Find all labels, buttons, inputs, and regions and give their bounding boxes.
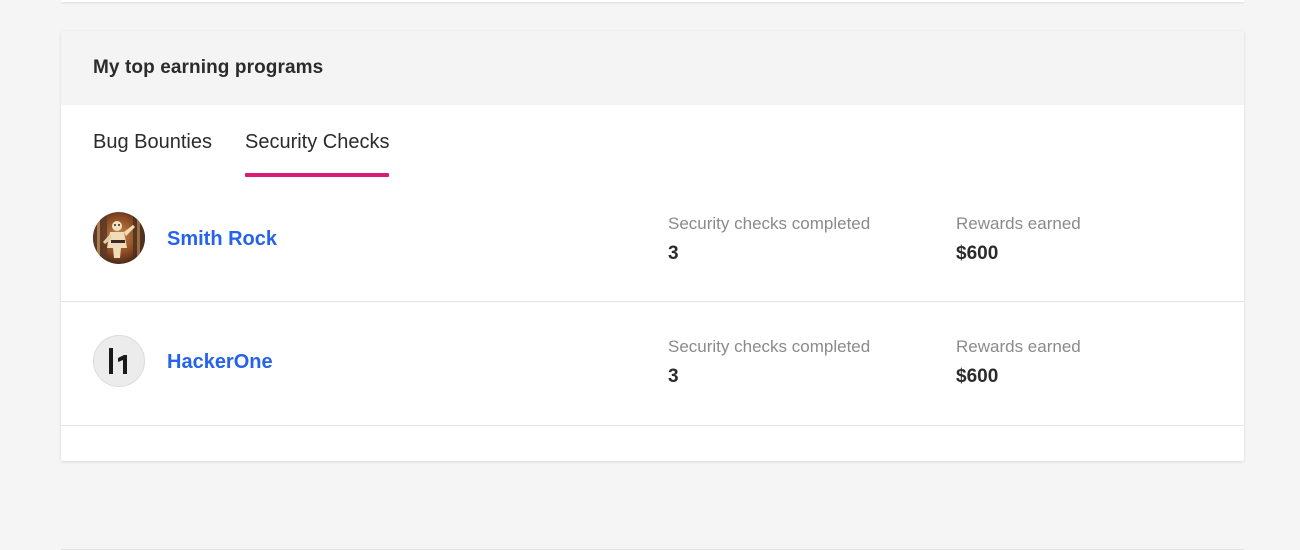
security-checks-label: Security checks completed: [668, 214, 871, 233]
security-checks-value: 3: [668, 243, 679, 264]
hackerone-logo-icon: [109, 348, 127, 374]
security-checks-stat: Security checks completed 3: [668, 337, 870, 387]
hackerone-avatar[interactable]: [93, 335, 145, 387]
security-checks-label: Security checks completed: [668, 337, 871, 356]
security-checks-value: 3: [668, 366, 679, 387]
top-earning-programs-card: My top earning programs Bug Bounties Sec…: [61, 31, 1244, 550]
rewards-label: Rewards earned: [956, 337, 1081, 356]
program-row-partial: [61, 426, 1244, 550]
smith-rock-logo-icon: [93, 212, 145, 264]
card-title: My top earning programs: [93, 57, 324, 78]
smith-rock-avatar[interactable]: [93, 212, 145, 264]
tab-bug-bounties[interactable]: Bug Bounties: [93, 131, 212, 177]
tab-security-checks[interactable]: Security Checks: [244, 131, 389, 177]
rewards-stat: Rewards earned $600: [956, 337, 1081, 387]
rewards-stat: Rewards earned $600: [956, 214, 1081, 264]
program-type-tabs: Bug Bounties Security Checks: [61, 105, 1244, 180]
rewards-value: $600: [956, 243, 999, 264]
previous-card-edge: [61, 0, 1244, 2]
program-row: HackerOne Security checks completed 3 Re…: [61, 302, 1244, 426]
rewards-value: $600: [956, 366, 999, 387]
rewards-label: Rewards earned: [956, 214, 1081, 233]
program-name-link[interactable]: HackerOne: [167, 351, 273, 374]
security-checks-stat: Security checks completed 3: [668, 214, 870, 264]
card-header: My top earning programs: [61, 31, 1244, 105]
program-name-link[interactable]: Smith Rock: [167, 228, 277, 251]
program-row: Smith Rock Security checks completed 3 R…: [61, 180, 1244, 302]
